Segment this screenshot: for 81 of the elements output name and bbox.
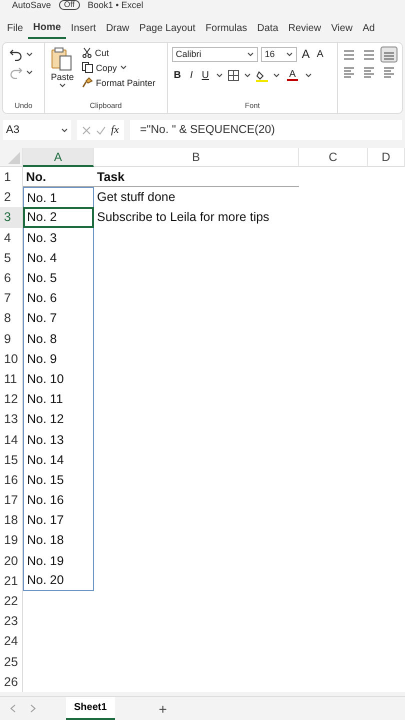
italic-button[interactable]: I: [188, 69, 195, 82]
insert-function-button[interactable]: fx: [111, 124, 119, 136]
table-cell: Task: [94, 167, 299, 188]
format-painter-button[interactable]: Format Painter: [80, 76, 158, 89]
caret-icon[interactable]: [26, 52, 33, 56]
table-cell: No. 17: [23, 510, 94, 530]
font-size-field[interactable]: 16: [260, 46, 297, 62]
caret-icon[interactable]: [61, 128, 68, 132]
add-sheet-button[interactable]: +: [152, 700, 173, 718]
row-header[interactable]: 3: [0, 207, 23, 228]
table-cell: No. 10: [23, 368, 94, 390]
caret-icon[interactable]: [305, 73, 312, 78]
caret-icon[interactable]: [120, 65, 127, 70]
cut-button[interactable]: Cut: [80, 46, 158, 59]
row-header[interactable]: 2: [0, 187, 23, 208]
table-cell: No. 4: [23, 248, 94, 268]
caret-icon[interactable]: [58, 83, 66, 88]
column-header[interactable]: A: [23, 148, 94, 167]
name-box[interactable]: A3: [3, 120, 71, 140]
table-cell: No. 7: [23, 308, 94, 328]
table-cell: No. 3: [23, 228, 94, 248]
borders-icon[interactable]: [228, 70, 240, 81]
table-cell: No. 1: [23, 187, 94, 208]
caret-icon[interactable]: [246, 52, 254, 56]
ribbon-tab[interactable]: Page Layout: [134, 17, 200, 39]
ribbon-tab[interactable]: Ad: [358, 17, 380, 39]
autosave-toggle[interactable]: Off: [59, 0, 80, 10]
table-cell: No. 18: [23, 530, 94, 551]
table-cell: No. 9: [23, 348, 94, 369]
ribbon-tab[interactable]: Draw: [100, 17, 134, 39]
row-header[interactable]: 4: [0, 228, 23, 248]
check-icon[interactable]: [96, 126, 106, 134]
formula-field[interactable]: ="No. " & SEQUENCE(20): [130, 120, 402, 140]
copy-icon: [82, 62, 93, 73]
autosave-label: AutoSave: [12, 1, 52, 10]
copy-button[interactable]: Copy: [80, 61, 158, 74]
table-cell-text: Get stuff done: [96, 189, 176, 206]
caret-icon[interactable]: [273, 73, 280, 78]
column-header[interactable]: D: [368, 148, 405, 167]
scissors-icon: [82, 47, 92, 58]
table-cell: No. 5: [23, 268, 94, 288]
caret-icon[interactable]: [286, 52, 293, 56]
grow-font-button[interactable]: A: [300, 46, 312, 62]
table-cell: No. 20: [23, 570, 94, 591]
font-color-button[interactable]: A: [285, 69, 300, 82]
underline-button[interactable]: U: [200, 69, 212, 82]
ribbon-tab[interactable]: View: [326, 17, 358, 39]
fill-color-icon[interactable]: [256, 70, 268, 82]
caret-icon[interactable]: [244, 73, 252, 78]
caret-icon[interactable]: [216, 73, 224, 78]
table-cell: No. 16: [23, 490, 94, 510]
table-cell: No. 14: [23, 450, 94, 470]
column-header[interactable]: B: [94, 148, 299, 167]
table-cell: No. 12: [23, 409, 94, 430]
table-cell: No.: [23, 167, 94, 188]
table-cell: No. 11: [23, 389, 94, 410]
bold-button[interactable]: B: [172, 69, 183, 82]
table-cell: No. 13: [23, 429, 94, 450]
table-cell: No. 19: [23, 550, 94, 571]
alignment-icons-drawing[interactable]: [342, 46, 398, 80]
table-cell: No. 8: [23, 328, 94, 349]
table-cell-text: Subscribe to Leila for more tips: [96, 209, 270, 226]
column-header[interactable]: C: [299, 148, 368, 167]
table-cell: No. 2: [23, 207, 94, 228]
sheet-tab[interactable]: Sheet1: [66, 697, 115, 720]
clipboard-icon: [51, 47, 74, 71]
shrink-font-button[interactable]: A: [314, 48, 326, 60]
ribbon-tab[interactable]: Home: [28, 17, 66, 39]
table-cell: No. 6: [23, 288, 94, 308]
undo-icon[interactable]: [9, 47, 23, 61]
table-cell: No. 15: [23, 470, 94, 490]
ribbon-tab[interactable]: Review: [283, 17, 326, 39]
paintbrush-icon: [82, 77, 93, 88]
window-title: Book1 • Excel: [88, 1, 144, 10]
paste-button[interactable]: Paste: [48, 46, 76, 89]
ribbon-tab[interactable]: Data: [252, 17, 284, 39]
font-name-field[interactable]: Calibri: [172, 46, 258, 62]
caret-icon[interactable]: [26, 70, 33, 74]
ribbon-tab[interactable]: Formulas: [200, 17, 252, 39]
ribbon-tab[interactable]: Insert: [66, 17, 101, 39]
ribbon-tab[interactable]: File: [2, 17, 28, 39]
